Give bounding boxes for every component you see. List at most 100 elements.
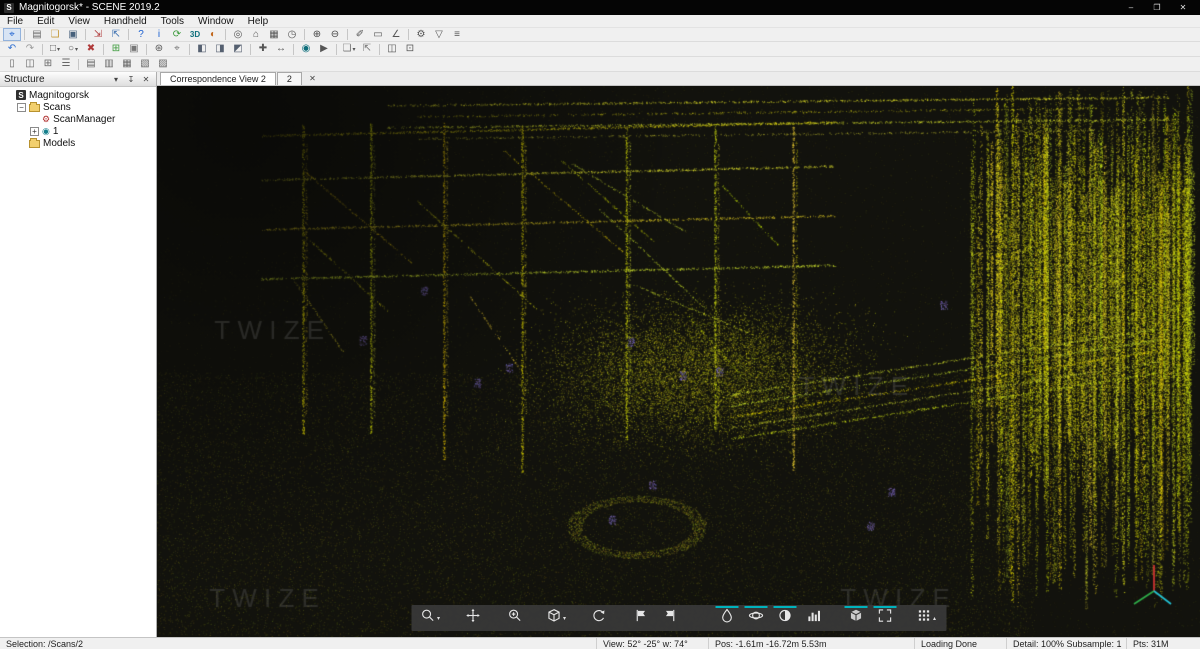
page-layout-c-button[interactable]: ▦ xyxy=(118,58,136,71)
fullscreen-view-button[interactable]: ⊡ xyxy=(401,43,419,56)
view-front-button[interactable]: ◧ xyxy=(193,43,211,56)
contrast-tool-button[interactable] xyxy=(771,606,798,630)
refresh-button[interactable]: ⟳ xyxy=(168,28,186,41)
undo-button[interactable]: ↶ xyxy=(3,43,21,56)
expand-icon[interactable]: + xyxy=(30,127,39,136)
measure-point-button[interactable]: ✚ xyxy=(254,43,272,56)
tree-item-scanmanager[interactable]: ⚙ScanManager xyxy=(0,113,156,125)
page-layout-b-button[interactable]: ▥ xyxy=(100,58,118,71)
clip-forward-tool-button[interactable] xyxy=(627,606,654,630)
import-scan-icon: ⇲ xyxy=(94,30,102,40)
grid-view-button[interactable]: ▦ xyxy=(265,28,283,41)
content-area: Correspondence View 22 ✕ ▾ ▾ ▴ xyxy=(157,72,1200,637)
page-layout-e-button[interactable]: ▨ xyxy=(154,58,172,71)
create-cluster-icon: ⊞ xyxy=(112,44,120,54)
view-top-button[interactable]: ◨ xyxy=(211,43,229,56)
documentation-view-button[interactable]: ❏▾ xyxy=(340,43,358,56)
point-cloud-canvas[interactable] xyxy=(157,86,1200,637)
home-view-button[interactable]: ⌂ xyxy=(247,28,265,41)
tab-2[interactable]: 2 xyxy=(277,72,302,85)
explore-view-button[interactable]: ◎ xyxy=(229,28,247,41)
layout-single-icon: ▯ xyxy=(9,59,15,69)
layout-grid-button[interactable]: ⊞ xyxy=(39,58,57,71)
grid-tool-button[interactable]: ▴ xyxy=(913,606,940,630)
import-scan-button[interactable]: ⇲ xyxy=(89,28,107,41)
angle-measure-button[interactable]: ∠ xyxy=(387,28,405,41)
layers-button[interactable]: ≡ xyxy=(448,28,466,41)
zoom-in-tool-button[interactable] xyxy=(501,606,528,630)
view-iso-button[interactable]: ◩ xyxy=(229,43,247,56)
zoom-in-button[interactable]: ⊕ xyxy=(308,28,326,41)
selection-sphere-button[interactable]: ○▾ xyxy=(64,43,82,56)
tree-item-models[interactable]: Models xyxy=(0,137,156,149)
rotate-tool-button[interactable] xyxy=(585,606,612,630)
pan-tool-button[interactable] xyxy=(459,606,486,630)
layout-split-button[interactable]: ◫ xyxy=(21,58,39,71)
play-video-button[interactable]: ▶ xyxy=(315,43,333,56)
tree-item-1[interactable]: +◉1 xyxy=(0,125,156,137)
clip-back-tool-button[interactable] xyxy=(656,606,683,630)
measure-point-icon: ✚ xyxy=(259,44,267,54)
save-project-button[interactable]: ▣ xyxy=(64,28,82,41)
close-button[interactable]: ✕ xyxy=(1170,0,1196,15)
layout-toolbar-row: ▯ ◫⊞☰ ▤▥▦▧▨ xyxy=(0,57,1200,72)
panel-close-button[interactable]: ✕ xyxy=(140,75,152,84)
color-wheel-button[interactable]: ◐ xyxy=(204,28,222,41)
clipping-box-button[interactable]: □▾ xyxy=(46,43,64,56)
view-cube-tool-button[interactable]: ▾ xyxy=(543,606,570,630)
maximize-button[interactable]: ❐ xyxy=(1144,0,1170,15)
collapse-icon[interactable]: − xyxy=(17,103,26,112)
ruler-button[interactable]: ▭ xyxy=(369,28,387,41)
history-view-button[interactable]: ◷ xyxy=(283,28,301,41)
export-view-button[interactable]: ⇱ xyxy=(358,43,376,56)
panel-pin-button[interactable]: ↧ xyxy=(125,75,137,84)
menu-window[interactable]: Window xyxy=(191,15,241,28)
info-button[interactable]: i xyxy=(150,28,168,41)
tab-close-button[interactable]: ✕ xyxy=(306,72,319,85)
cube-view-tool-button[interactable] xyxy=(842,606,869,630)
page-layout-d-button[interactable]: ▧ xyxy=(136,58,154,71)
place-scans-button[interactable]: ⌖ xyxy=(168,43,186,56)
bars-icon xyxy=(806,608,821,628)
pano-view-button[interactable]: ◉ xyxy=(297,43,315,56)
toolbar-separator xyxy=(225,29,226,40)
help-button[interactable]: ? xyxy=(132,28,150,41)
tree-item-magnitogorsk[interactable]: SMagnitogorsk xyxy=(0,89,156,101)
filter-button[interactable]: ▽ xyxy=(430,28,448,41)
menu-tools[interactable]: Tools xyxy=(154,15,191,28)
dual-view-button[interactable]: ◫ xyxy=(383,43,401,56)
layout-single-button[interactable]: ▯ xyxy=(3,58,21,71)
color-tool-button[interactable] xyxy=(713,606,740,630)
zoom-out-button[interactable]: ⊖ xyxy=(326,28,344,41)
tree-item-label: 1 xyxy=(53,126,59,137)
tree-item-scans[interactable]: −Scans xyxy=(0,101,156,113)
registration-button[interactable]: ⊛ xyxy=(150,43,168,56)
tab-correspondence-view-2[interactable]: Correspondence View 2 xyxy=(160,72,276,85)
menu-file[interactable]: File xyxy=(0,15,30,28)
page-layout-a-button[interactable]: ▤ xyxy=(82,58,100,71)
clipboard-button[interactable]: ▤ xyxy=(28,28,46,41)
cluster-button[interactable]: ▣ xyxy=(125,43,143,56)
annotate-button[interactable]: ✐ xyxy=(351,28,369,41)
redo-button[interactable]: ↷ xyxy=(21,43,39,56)
measure-distance-button[interactable]: ↔ xyxy=(272,43,290,56)
export-scan-button[interactable]: ⇱ xyxy=(107,28,125,41)
histogram-tool-button[interactable] xyxy=(800,606,827,630)
zoom-tool-button[interactable]: ▾ xyxy=(417,606,444,630)
open-project-button[interactable]: ❏ xyxy=(46,28,64,41)
menu-help[interactable]: Help xyxy=(241,15,276,28)
create-cluster-button[interactable]: ⊞ xyxy=(107,43,125,56)
minimize-button[interactable]: – xyxy=(1118,0,1144,15)
layout-list-button[interactable]: ☰ xyxy=(57,58,75,71)
pano-tool-button[interactable] xyxy=(742,606,769,630)
settings-button[interactable]: ⚙ xyxy=(412,28,430,41)
orbit-icon xyxy=(748,608,763,628)
menu-edit[interactable]: Edit xyxy=(30,15,61,28)
select-tool-button[interactable]: ⌖ xyxy=(3,28,21,41)
fullscreen-tool-button[interactable] xyxy=(871,606,898,630)
delete-selection-button[interactable]: ✖ xyxy=(82,43,100,56)
panel-menu-button[interactable]: ▾ xyxy=(110,75,122,84)
menu-view[interactable]: View xyxy=(61,15,97,28)
view-3d-button[interactable]: 3D xyxy=(186,28,204,41)
menu-handheld[interactable]: Handheld xyxy=(97,15,154,28)
